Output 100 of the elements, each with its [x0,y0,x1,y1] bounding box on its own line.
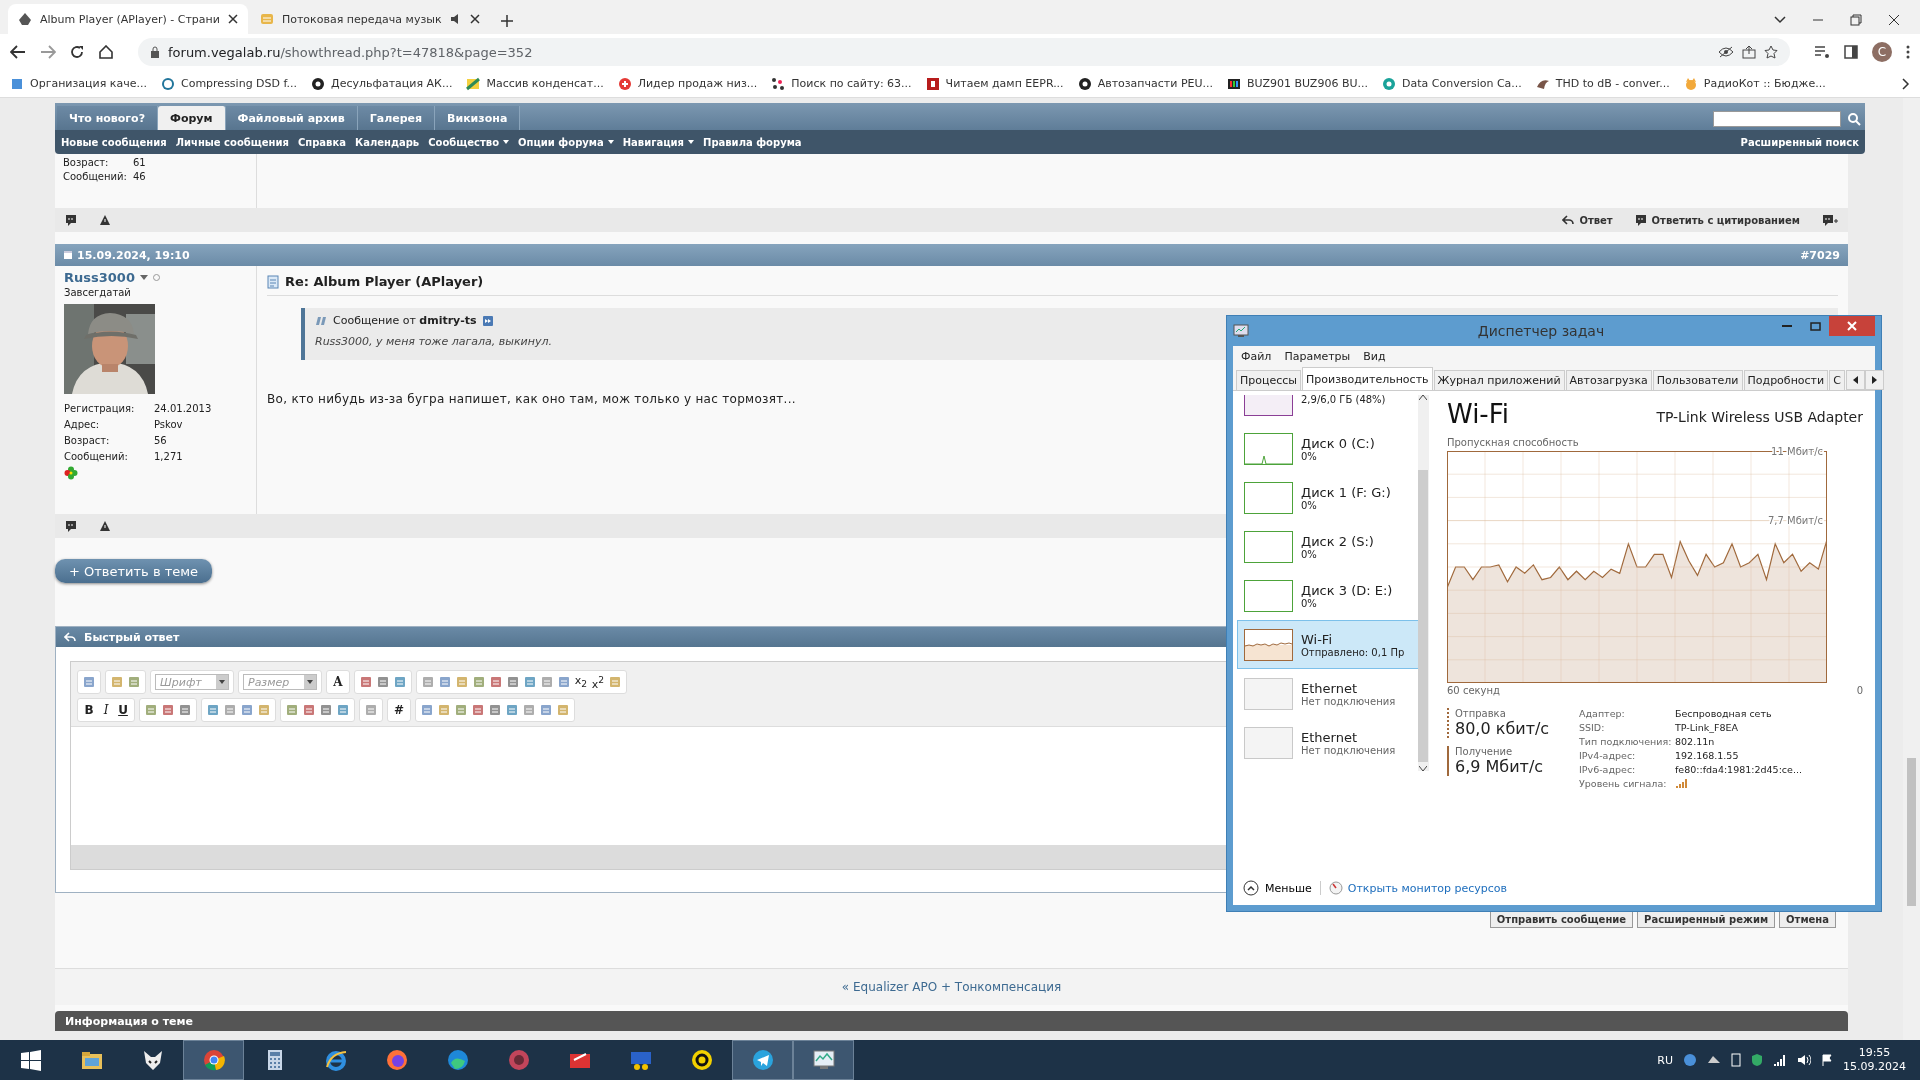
resource-item[interactable]: Диск 2 (S:) 0% [1237,522,1418,571]
home-icon[interactable] [98,45,114,59]
editor-tool-icon[interactable] [557,675,571,689]
menu-item[interactable]: Файл [1241,349,1272,363]
multiquote-icon[interactable] [1822,214,1838,226]
editor-tool-icon[interactable] [393,675,407,689]
scroll-left-button[interactable] [1845,370,1865,390]
bookmark[interactable]: Compressing DSD f... [161,76,298,91]
bookmark[interactable]: Поиск по сайту: 63... [771,76,912,91]
format-button[interactable]: B [82,703,96,717]
network-globe-icon[interactable] [1683,1053,1697,1067]
resource-item[interactable]: Wi-Fi Отправлено: 0,1 Пр [1237,620,1418,669]
editor-tool-icon[interactable] [319,703,333,717]
close-icon[interactable] [1888,14,1900,26]
star-icon[interactable] [1764,45,1778,59]
nav-link[interactable]: Календарь [354,136,420,148]
flag-icon[interactable] [1821,1054,1833,1066]
language-indicator[interactable]: RU [1657,1053,1673,1067]
warning-icon[interactable] [99,214,111,226]
scrollbar-thumb[interactable] [1418,470,1429,762]
format-button[interactable]: x$_{2}$ [574,674,588,690]
search-icon[interactable] [1847,112,1861,126]
editor-tool-icon[interactable] [285,703,299,717]
view-post-icon[interactable] [482,315,493,326]
close-icon[interactable] [469,14,480,24]
quote-icon[interactable] [65,520,77,532]
bookmark[interactable]: Десульфатация АК... [311,76,453,91]
reply-link[interactable]: Ответ [1562,214,1613,226]
warning-icon[interactable] [99,520,111,532]
editor-tool-icon[interactable] [540,675,554,689]
editor-tool-icon[interactable] [505,703,519,717]
editor-tool-icon[interactable] [206,703,220,717]
nav-link[interactable]: Новые сообщения [61,136,167,148]
close-button[interactable] [1829,316,1875,336]
editor-tool-icon[interactable] [364,703,378,717]
format-button[interactable]: I [99,703,113,717]
browser-tab[interactable]: Потоковая передача музык [249,4,490,34]
browser-tab[interactable]: Album Player (APlayer) - Страни [8,4,248,34]
taskbar-button[interactable] [793,1040,854,1080]
tab[interactable]: Журнал приложений [1433,370,1565,390]
caret-icon[interactable] [1774,16,1786,24]
bookmark[interactable]: Data Conversion Ca... [1382,76,1522,91]
restore-icon[interactable] [1850,14,1862,26]
nav-link[interactable]: Навигация [622,136,694,148]
editor-tool-icon[interactable] [506,675,520,689]
editor-tool-icon[interactable] [438,675,452,689]
bookmark[interactable]: Лидер продаж низ... [617,76,758,91]
editor-tool-icon[interactable] [302,703,316,717]
fewer-button[interactable]: Меньше [1243,880,1312,896]
editor-tool-icon[interactable] [336,703,350,717]
editor-tool-icon[interactable] [523,675,537,689]
editor-tool-icon[interactable] [376,675,390,689]
close-icon[interactable] [227,14,238,24]
scrollbar[interactable] [1903,98,1920,1040]
author-name[interactable]: Russ3000 [64,270,135,285]
thread-link[interactable]: « Equalizer APO + Тонкомпенсация [841,980,1062,994]
reload-icon[interactable] [70,45,84,59]
tab[interactable]: С [1829,370,1845,390]
editor-tool-icon[interactable] [82,675,96,689]
editor-tool-icon[interactable] [178,703,192,717]
editor-tool-icon[interactable] [539,703,553,717]
editor-tool-icon[interactable] [359,675,373,689]
caret-up-icon[interactable] [1419,395,1428,400]
menu-icon[interactable] [1906,45,1910,59]
address-field[interactable]: forum.vegalab.ru/showthread.php?t=47818&page=352 [138,38,1790,66]
chevron-icon[interactable] [1902,77,1910,90]
editor-tool-icon[interactable] [223,703,237,717]
reply-quote-link[interactable]: Ответить с цитированием [1634,214,1800,226]
editor-tool-icon[interactable] [522,703,536,717]
tab[interactable]: Пользователи [1652,370,1743,390]
nav-link[interactable]: Справка [297,136,346,148]
sidebar-icon[interactable] [1844,45,1858,59]
nav-link[interactable]: Личные сообщения [175,136,289,148]
back-icon[interactable] [10,45,26,59]
tab[interactable]: Подробности [1743,370,1829,390]
share-icon[interactable] [1742,45,1756,59]
scrollbar[interactable] [1417,395,1429,771]
editor-tool-icon[interactable] [161,703,175,717]
nav-tab[interactable]: Что нового? [57,106,158,130]
shield-icon[interactable] [1751,1053,1763,1067]
bookmark[interactable]: Автозапчасти PEU... [1077,76,1214,91]
nav-link[interactable]: Сообщество [428,136,510,148]
bookmark[interactable]: BUZ901 BUZ906 BU... [1227,76,1368,91]
editor-tool-icon[interactable] [420,703,434,717]
nav-tab[interactable]: Файловый архив [225,106,358,130]
bookmark[interactable]: Читаем дамп EEPR... [925,76,1064,91]
quote-icon[interactable] [65,214,77,226]
editor-tool-icon[interactable] [144,703,158,717]
nav-link[interactable]: Расширенный поиск [1740,136,1859,148]
clock[interactable]: 19:55 15.09.2024 [1843,1046,1906,1074]
format-button[interactable]: x$^{2}$ [591,673,605,691]
tab[interactable]: Процессы [1236,370,1302,390]
bookmark[interactable]: THD to dB - conver... [1535,76,1670,91]
scrollbar-thumb[interactable] [1907,758,1916,906]
menu-item[interactable]: Параметры [1284,349,1351,363]
resource-item[interactable]: Диск 3 (D: E:) 0% [1237,571,1418,620]
tab[interactable]: Производительность [1302,367,1433,390]
search-field[interactable] [1713,111,1841,127]
signal-icon[interactable] [1773,1054,1787,1066]
editor-tool-icon[interactable] [471,703,485,717]
